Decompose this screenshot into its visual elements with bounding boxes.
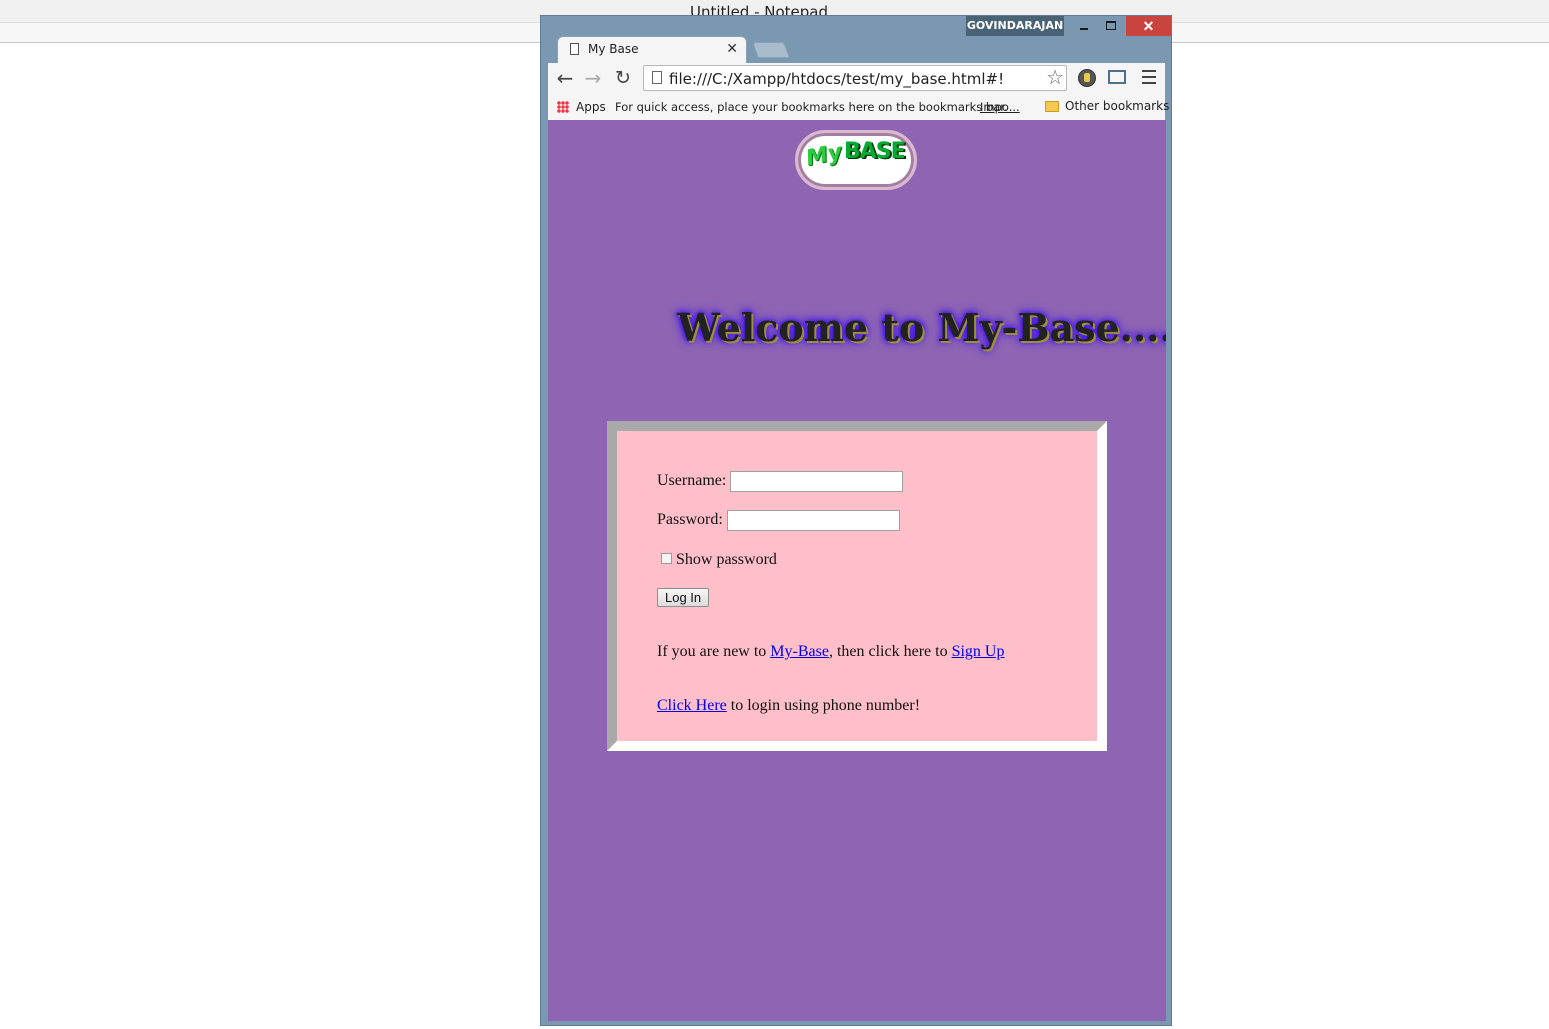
address-bar[interactable]: file:///C:/Xampp/htdocs/test/my_base.htm… bbox=[643, 65, 1067, 91]
bookmarks-hint: For quick access, place your bookmarks h… bbox=[615, 100, 1008, 114]
phone-login-suffix: to login using phone number! bbox=[726, 697, 921, 714]
address-url[interactable]: file:///C:/Xampp/htdocs/test/my_base.htm… bbox=[669, 70, 1004, 88]
page-icon bbox=[570, 43, 579, 55]
folder-icon bbox=[1045, 101, 1059, 112]
minimize-icon bbox=[1080, 28, 1088, 30]
tab-title: My Base bbox=[588, 42, 639, 56]
page-icon bbox=[652, 71, 662, 84]
password-input[interactable] bbox=[726, 510, 900, 531]
apps-link[interactable]: Apps bbox=[576, 100, 606, 114]
mybase-logo: My BASE bbox=[795, 130, 917, 190]
apps-grid-icon[interactable] bbox=[557, 101, 569, 113]
extension-icon[interactable] bbox=[1078, 69, 1096, 87]
password-label: Password: bbox=[657, 511, 723, 529]
phone-login-row: Click Here to login using phone number! bbox=[657, 697, 920, 715]
reload-icon[interactable]: ↻ bbox=[612, 67, 634, 89]
phone-login-link[interactable]: Click Here bbox=[657, 697, 727, 714]
back-icon[interactable]: ← bbox=[554, 67, 576, 89]
welcome-heading: Welcome to My-Base......... bbox=[677, 305, 1166, 350]
username-label: Username: bbox=[657, 472, 727, 490]
browser-toolbar: ← → ↻ file:///C:/Xampp/htdocs/test/my_ba… bbox=[548, 63, 1169, 121]
login-form: Username: Password: Show password Log In… bbox=[607, 421, 1107, 751]
maximize-button[interactable] bbox=[1101, 16, 1121, 36]
username-input[interactable] bbox=[730, 471, 904, 492]
maximize-icon bbox=[1106, 21, 1116, 30]
close-window-button[interactable]: ✕ bbox=[1126, 16, 1171, 36]
show-password-label[interactable]: Show password bbox=[676, 551, 777, 568]
login-button[interactable]: Log In bbox=[657, 588, 710, 607]
other-bookmarks[interactable]: Other bookmarks bbox=[1065, 99, 1169, 113]
bookmark-star-icon[interactable]: ☆ bbox=[1046, 66, 1064, 90]
password-row: Password: bbox=[657, 510, 900, 531]
logo-base-text: BASE bbox=[844, 139, 906, 164]
username-row: Username: bbox=[657, 471, 904, 492]
new-tab-button[interactable] bbox=[752, 42, 790, 58]
cast-icon[interactable] bbox=[1108, 70, 1126, 84]
signup-row: If you are new to My-Base, then click he… bbox=[657, 643, 1004, 661]
bookmarks-bar: Apps For quick access, place your bookma… bbox=[548, 93, 1169, 119]
minimize-button[interactable] bbox=[1074, 16, 1094, 36]
logo-my-text: My bbox=[803, 139, 845, 172]
new-user-middle: , then click here to bbox=[828, 643, 952, 660]
import-bookmarks-link[interactable]: Impo... bbox=[980, 100, 1020, 114]
new-user-prefix: If you are new to bbox=[657, 643, 771, 660]
tab-my-base[interactable]: My Base ✕ bbox=[557, 36, 747, 64]
signup-link[interactable]: Sign Up bbox=[952, 643, 1005, 660]
forward-icon[interactable]: → bbox=[582, 67, 604, 89]
web-page: My BASE Welcome to My-Base......... User… bbox=[548, 120, 1166, 1021]
mybase-link[interactable]: My-Base bbox=[770, 643, 829, 660]
browser-window: GOVINDARAJAN ✕ My Base ✕ ← → ↻ file:///C… bbox=[540, 15, 1172, 1026]
profile-badge[interactable]: GOVINDARAJAN bbox=[966, 16, 1064, 36]
menu-icon[interactable] bbox=[1142, 70, 1156, 84]
tab-close-icon[interactable]: ✕ bbox=[726, 40, 738, 57]
show-password-row: Show password bbox=[657, 551, 777, 569]
show-password-checkbox[interactable] bbox=[661, 552, 672, 564]
login-row: Log In bbox=[657, 588, 710, 607]
